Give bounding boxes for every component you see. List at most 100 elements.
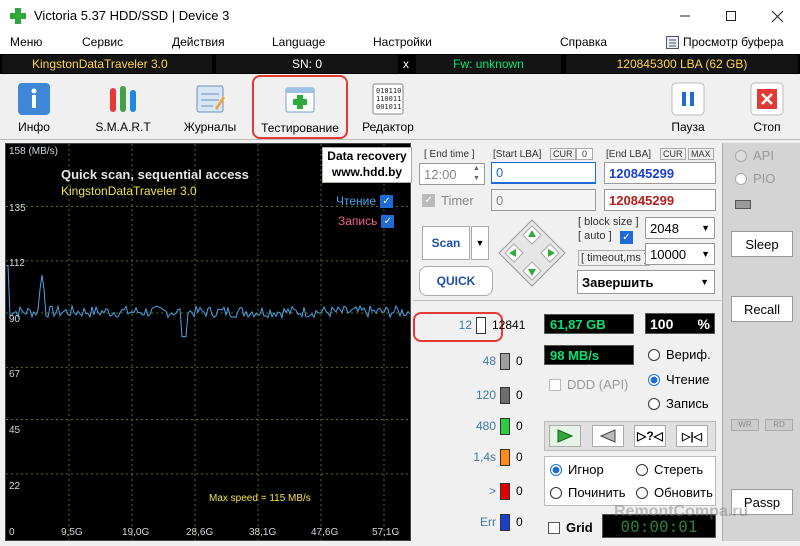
end-time-spinner[interactable]: ▲ ▼ [470,164,483,184]
smart-button[interactable]: S.M.A.R.T [90,76,156,138]
direction-pad[interactable] [497,218,567,288]
verify-radio-icon[interactable] [648,348,660,361]
pause-label: Пауза [671,120,705,134]
menu-actions[interactable]: Действия [172,35,225,49]
timer-input[interactable]: 0 [491,189,596,211]
close-button[interactable] [754,0,800,32]
write-checkbox-icon[interactable]: ✓ [381,214,395,228]
scan-dropdown-button[interactable]: ▼ [471,226,489,260]
erase-radio-icon[interactable] [636,463,648,476]
pause-button[interactable]: Пауза [664,76,712,138]
menu-main[interactable]: Меню [10,35,42,49]
end-cur-button[interactable]: CUR [660,148,686,160]
menu-help[interactable]: Справка [560,35,607,49]
strip-close-button[interactable]: x [399,55,413,73]
testing-button[interactable]: Тестирование [252,75,348,139]
editor-button[interactable]: 010110 110011 001011 Редактор [358,76,418,138]
write-radio-icon[interactable] [648,397,660,410]
end-lba-input-2[interactable]: 120845299 [604,189,716,211]
end-lba-input[interactable]: 120845299 [604,162,716,184]
random-seek-button[interactable]: ▷?◁ [634,425,666,447]
menu-buffer-view[interactable]: Просмотр буфера [666,35,784,49]
ddd-checkbox-icon[interactable] [549,378,561,391]
device-info-strip: KingstonDataTraveler 3.0 SN: 0 x Fw: unk… [0,54,800,74]
refresh-radio-icon[interactable] [636,486,648,499]
read-radio-icon[interactable] [648,373,660,386]
speed-graph: 158 (MB/s) 135 112 90 67 45 22 0 9,5G 19… [5,143,412,541]
erase-label: Стереть [654,462,704,477]
pause-icon [671,82,705,116]
maximize-button[interactable] [708,0,754,32]
smart-tubes-icon [110,86,136,112]
x-tick-38-1g: 38,1G [249,527,277,538]
write-label: Запись [666,396,709,411]
butterfly-button[interactable]: ▷|◁ [676,425,708,447]
menu-bar: Меню Сервис Действия Language Настройки … [0,32,800,54]
write-toggle[interactable]: Запись ✓ [338,214,395,228]
erase-radio[interactable]: Стереть [636,462,703,477]
app-window: Victoria 5.37 HDD/SSD | Device 3 Меню Се… [0,0,800,546]
grid-checkbox-icon[interactable] [548,521,560,534]
smart-label: S.M.A.R.T [95,120,151,134]
info-button[interactable]: Инфо [12,76,56,138]
grid-toggle[interactable]: Grid [548,520,593,535]
minimize-icon [680,15,690,17]
block-row: >0 [418,480,540,502]
rewind-icon [600,429,616,443]
refresh-radio[interactable]: Обновить [636,485,713,500]
stop-label: Стоп [753,120,781,134]
timeout-select[interactable]: 10000 ▼ [645,243,715,265]
verify-radio[interactable]: Вериф. [648,347,711,362]
play-button[interactable] [549,425,581,447]
ddd-api-toggle[interactable]: DDD (API) [549,377,628,392]
quick-button[interactable]: QUICK [419,266,493,296]
logs-label: Журналы [183,120,237,134]
logs-button[interactable]: Журналы [180,76,240,138]
menu-language[interactable]: Language [272,35,325,49]
write-radio[interactable]: Запись [648,396,709,411]
menu-settings[interactable]: Настройки [373,35,432,49]
read-checkbox-icon[interactable]: ✓ [380,194,394,208]
api-label: API [753,148,774,163]
separator [413,300,721,301]
passp-button[interactable]: Passp [731,489,793,515]
start-lba-input[interactable]: 0 [491,162,596,184]
svg-text:001011: 001011 [376,103,401,111]
minimize-button[interactable] [662,0,708,32]
chevron-down-icon: ▼ [701,249,710,259]
timer-checkbox-icon[interactable]: ✓ [422,194,435,207]
block-size-select[interactable]: 2048 ▼ [645,217,715,239]
fix-radio[interactable]: Починить [550,485,626,500]
api-radio[interactable]: API [735,148,774,163]
title-bar: Victoria 5.37 HDD/SSD | Device 3 [0,0,800,32]
block-color-swatch [500,482,510,500]
auto-label: [ auto ] [578,230,612,242]
finish-action-select[interactable]: Завершить ▼ [577,270,715,294]
auto-checkbox-icon[interactable]: ✓ [620,231,633,244]
read-radio[interactable]: Чтение [648,372,709,387]
read-label: Чтение [666,372,710,387]
menu-service[interactable]: Сервис [82,35,123,49]
recall-button[interactable]: Recall [731,296,793,322]
block-count: 0 [516,354,523,368]
stop-button[interactable]: Стоп [744,76,790,138]
block-color-swatch [500,352,510,370]
scan-button[interactable]: Scan [422,226,470,260]
timer-label: Timer [441,193,474,208]
block-count: 0 [516,450,523,464]
end-max-button[interactable]: MAX [688,148,714,160]
fix-radio-icon[interactable] [550,486,562,499]
timer-toggle[interactable]: ✓ Timer [422,193,474,208]
ignore-radio[interactable]: Игнор [550,462,604,477]
pio-radio-icon[interactable] [735,172,747,185]
block-row: 1,4s 0 [418,446,540,468]
read-toggle[interactable]: Чтение ✓ [336,194,394,208]
pio-radio[interactable]: PIO [735,171,775,186]
start-cur-button[interactable]: CUR [550,148,576,160]
rewind-button[interactable] [592,425,624,447]
api-radio-icon[interactable] [735,149,747,162]
verify-label: Вериф. [666,347,711,362]
ignore-radio-icon[interactable] [550,463,562,476]
sleep-button[interactable]: Sleep [731,231,793,257]
testing-icon [285,87,315,113]
